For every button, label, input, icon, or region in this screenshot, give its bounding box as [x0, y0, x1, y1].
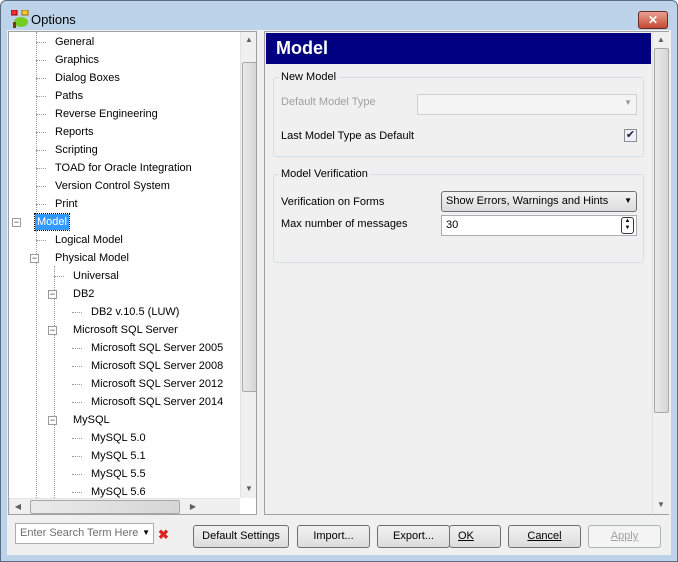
tree-item[interactable]: Print — [53, 196, 80, 212]
tree-item[interactable]: Model — [34, 213, 70, 231]
chevron-down-icon: ▼ — [624, 196, 632, 205]
tree-item[interactable]: Microsoft SQL Server 2005 — [89, 340, 225, 356]
tree-item[interactable]: Graphics — [53, 52, 101, 68]
ok-button[interactable]: OK — [449, 525, 501, 548]
default-settings-button[interactable]: Default Settings — [193, 525, 289, 548]
tree-item[interactable]: Reverse Engineering — [53, 106, 160, 122]
tree-line — [72, 366, 82, 367]
window-title: Options — [31, 12, 76, 27]
import-button[interactable]: Import... — [297, 525, 370, 548]
tree-item[interactable]: MySQL 5.6 — [89, 484, 148, 500]
default-model-type-select[interactable]: ▼ — [417, 94, 637, 115]
tree-line — [36, 60, 46, 61]
tree-item[interactable]: Microsoft SQL Server 2008 — [89, 358, 225, 374]
tree-item[interactable]: Logical Model — [53, 232, 125, 248]
cancel-button[interactable]: Cancel — [508, 525, 581, 548]
scroll-up-icon[interactable]: ▲ — [653, 35, 669, 44]
tree-item[interactable]: DB2 — [71, 286, 96, 302]
app-icon — [11, 10, 29, 28]
tree-item[interactable]: Physical Model — [53, 250, 131, 266]
tree-line — [72, 492, 82, 493]
tree-line — [36, 230, 37, 514]
tree-line — [36, 186, 46, 187]
last-model-type-label: Last Model Type as Default — [281, 130, 415, 142]
scroll-thumb[interactable] — [30, 500, 180, 514]
new-model-group-label: New Model — [279, 71, 339, 83]
collapse-icon[interactable]: − — [30, 254, 39, 263]
scroll-right-icon[interactable]: ▶ — [185, 502, 201, 511]
tree-line — [72, 384, 82, 385]
tree-item[interactable]: Universal — [71, 268, 121, 284]
page-title: Model — [266, 33, 651, 64]
tree-item[interactable]: Reports — [53, 124, 96, 140]
tree-item[interactable]: Microsoft SQL Server — [71, 322, 180, 338]
tree-item[interactable]: MySQL 5.0 — [89, 430, 148, 446]
tree-line — [36, 240, 46, 241]
tree-line — [36, 204, 46, 205]
search-input[interactable]: Enter Search Term Here ▼ — [15, 523, 154, 544]
tree-item[interactable]: Paths — [53, 88, 85, 104]
verification-on-forms-select[interactable]: Show Errors, Warnings and Hints ▼ — [441, 191, 637, 212]
tree-line — [54, 266, 55, 514]
tree-line — [72, 402, 82, 403]
tree-line — [36, 96, 46, 97]
tree-line — [72, 456, 82, 457]
apply-button[interactable]: Apply — [588, 525, 661, 548]
tree-item[interactable]: MySQL 5.5 — [89, 466, 148, 482]
model-verification-group-label: Model Verification — [279, 168, 370, 180]
scroll-thumb[interactable] — [654, 48, 669, 413]
panel-vertical-scrollbar[interactable]: ▲ ▼ — [652, 32, 669, 514]
new-model-group — [273, 77, 644, 157]
tree-line — [36, 78, 46, 79]
verification-on-forms-label: Verification on Forms — [281, 196, 385, 208]
tree-item[interactable]: TOAD for Oracle Integration — [53, 160, 194, 176]
tree-line — [72, 312, 82, 313]
scroll-thumb[interactable] — [242, 62, 256, 392]
tree-line — [36, 150, 46, 151]
tree-item[interactable]: Microsoft SQL Server 2012 — [89, 376, 225, 392]
clear-search-icon[interactable]: ✖ — [158, 527, 169, 543]
tree-item[interactable]: Version Control System — [53, 178, 172, 194]
max-messages-spinner[interactable]: 30 ▲ ▼ — [441, 215, 637, 236]
tree-item[interactable]: DB2 v.10.5 (LUW) — [89, 304, 181, 320]
collapse-icon[interactable]: − — [48, 290, 57, 299]
tree-item[interactable]: MySQL 5.1 — [89, 448, 148, 464]
collapse-icon[interactable]: − — [48, 416, 57, 425]
tree-item[interactable]: Dialog Boxes — [53, 70, 122, 86]
tree-item[interactable]: General — [53, 34, 96, 50]
tree-line — [36, 114, 46, 115]
tree-line — [54, 276, 64, 277]
chevron-down-icon[interactable]: ▼ — [142, 528, 150, 537]
tree-vertical-scrollbar[interactable]: ▲ ▼ — [240, 32, 256, 498]
scroll-left-icon[interactable]: ◀ — [10, 502, 26, 511]
options-tree[interactable]: ▲ ▼ ◀ ▶ General Graphics Dialog Boxes Paths… — [8, 31, 257, 515]
tree-line — [36, 168, 46, 169]
tree-line — [72, 438, 82, 439]
max-messages-label: Max number of messages — [281, 218, 408, 230]
scroll-up-icon[interactable]: ▲ — [241, 35, 256, 44]
tree-item[interactable]: MySQL — [71, 412, 112, 428]
scroll-down-icon[interactable]: ▼ — [653, 500, 669, 509]
close-button[interactable]: ✕ — [638, 11, 668, 29]
tree-horizontal-scrollbar[interactable]: ◀ ▶ — [9, 498, 240, 514]
export-button[interactable]: Export... — [377, 525, 450, 548]
collapse-icon[interactable]: − — [48, 326, 57, 335]
scroll-down-icon[interactable]: ▼ — [241, 484, 256, 493]
tree-line — [36, 132, 46, 133]
tree-line — [36, 42, 46, 43]
default-model-type-label: Default Model Type — [281, 96, 376, 108]
tree-item[interactable]: Microsoft SQL Server 2014 — [89, 394, 225, 410]
last-model-type-checkbox[interactable]: ✔ — [624, 129, 637, 142]
tree-line — [72, 474, 82, 475]
tree-item[interactable]: Scripting — [53, 142, 100, 158]
spinner-arrows-icon[interactable]: ▲ ▼ — [621, 217, 634, 234]
tree-line — [72, 348, 82, 349]
collapse-icon[interactable]: − — [12, 218, 21, 227]
chevron-down-icon: ▼ — [624, 98, 632, 107]
